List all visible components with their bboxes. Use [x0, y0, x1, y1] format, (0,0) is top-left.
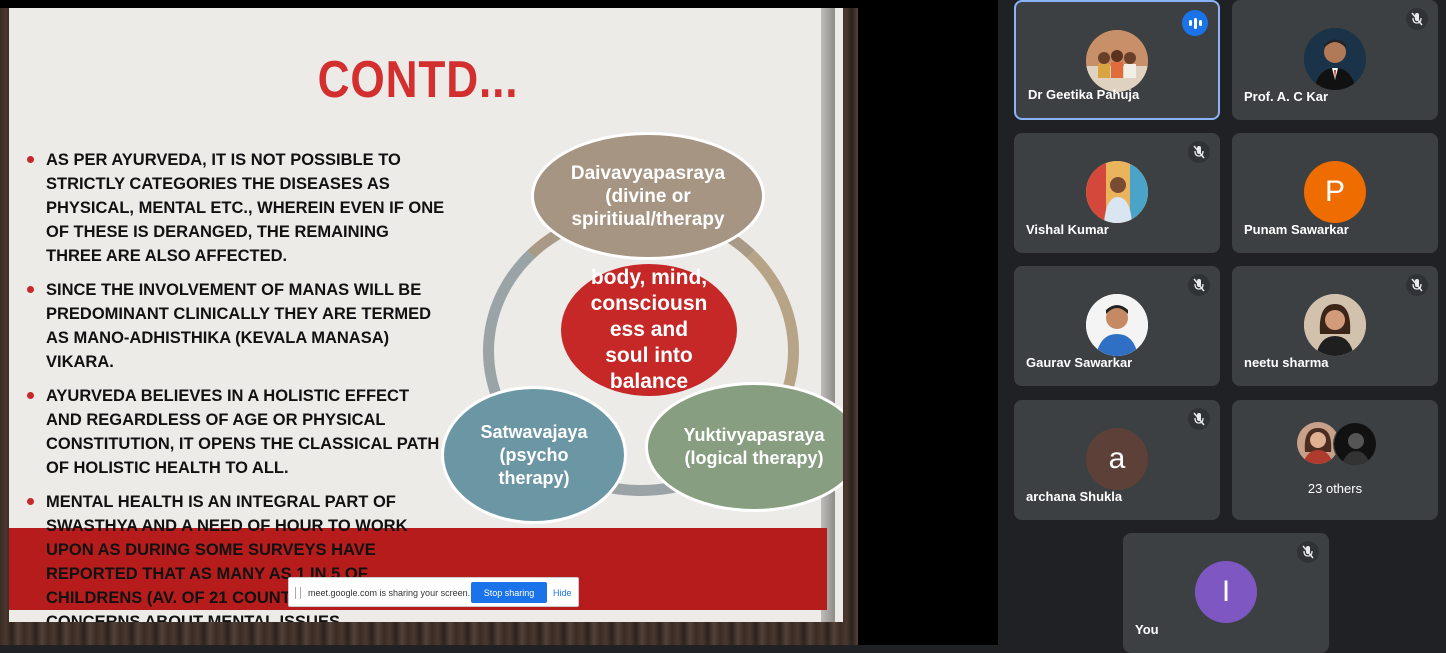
participant-tile[interactable]: Gaurav Sawarkar [1014, 266, 1220, 386]
muted-mic-icon [1297, 541, 1319, 563]
bullet-dot [27, 156, 34, 163]
share-message: meet.google.com is sharing your screen. [308, 588, 471, 598]
avatar [1086, 294, 1148, 356]
avatar [1086, 30, 1148, 92]
shared-slide: CONTD... As per Ayurveda, it is not poss… [9, 8, 843, 622]
satwavajaya-circle: Satwavajaya (psycho therapy) [441, 386, 627, 524]
slide-bullets: As per Ayurveda, it is not possible to s… [27, 148, 447, 622]
muted-mic-icon [1188, 408, 1210, 430]
participant-name: Punam Sawarkar [1244, 222, 1349, 237]
participant-tile[interactable]: a archana Shukla [1014, 400, 1220, 520]
participant-tile[interactable]: P Punam Sawarkar [1232, 133, 1438, 253]
bullet-item: Since the involvement of Manas will be p… [27, 278, 447, 374]
participant-name: neetu sharma [1244, 355, 1329, 370]
muted-mic-icon [1406, 8, 1428, 30]
slide-title: CONTD... [317, 51, 519, 109]
participant-name: archana Shukla [1026, 489, 1123, 504]
stop-sharing-button[interactable]: Stop sharing [471, 582, 547, 603]
avatar: P [1304, 161, 1366, 223]
center-circle: body, mind, consciousn ess and soul into bal… [561, 264, 737, 396]
muted-mic-icon [1406, 274, 1428, 296]
bullet-item: As per Ayurveda, it is not possible to s… [27, 148, 447, 268]
bullet-dot [27, 392, 34, 399]
participant-name: Vishal Kumar [1026, 222, 1109, 237]
speaking-indicator-icon [1182, 10, 1208, 36]
avatar [1304, 28, 1366, 90]
screen-share-bar: meet.google.com is sharing your screen. … [288, 577, 579, 607]
muted-mic-icon [1188, 141, 1210, 163]
self-tile[interactable]: I You [1123, 533, 1329, 653]
presentation-stage: CONTD... As per Ayurveda, it is not poss… [0, 0, 998, 645]
participant-name: You [1135, 622, 1159, 637]
bullet-dot [27, 498, 34, 505]
bullet-dot [27, 286, 34, 293]
participant-name: Prof. A. C Kar [1244, 89, 1329, 104]
avatar: a [1086, 428, 1148, 490]
drag-handle-icon[interactable] [295, 587, 301, 599]
avatar [1333, 422, 1377, 466]
daivavyapasraya-circle: Daivavyapasraya (divine or spiritiual/ther… [531, 132, 765, 260]
avatar: I [1195, 561, 1257, 623]
participant-tile[interactable]: neetu sharma [1232, 266, 1438, 386]
hide-button[interactable]: Hide [553, 588, 572, 598]
participant-tile[interactable]: Vishal Kumar [1014, 133, 1220, 253]
others-count: 23 others [1307, 481, 1363, 496]
participant-tile[interactable]: Prof. A. C Kar [1232, 0, 1438, 120]
avatar [1304, 294, 1366, 356]
muted-mic-icon [1188, 274, 1210, 296]
participant-name: Gaurav Sawarkar [1026, 355, 1133, 370]
avatar [1086, 161, 1148, 223]
participant-tile[interactable]: Dr Geetika Pahuja [1014, 0, 1220, 120]
bullet-item: Ayurveda believes in a holistic effect a… [27, 384, 447, 480]
participant-name: Dr Geetika Pahuja [1028, 87, 1140, 102]
others-tile[interactable]: 23 others [1232, 400, 1438, 520]
